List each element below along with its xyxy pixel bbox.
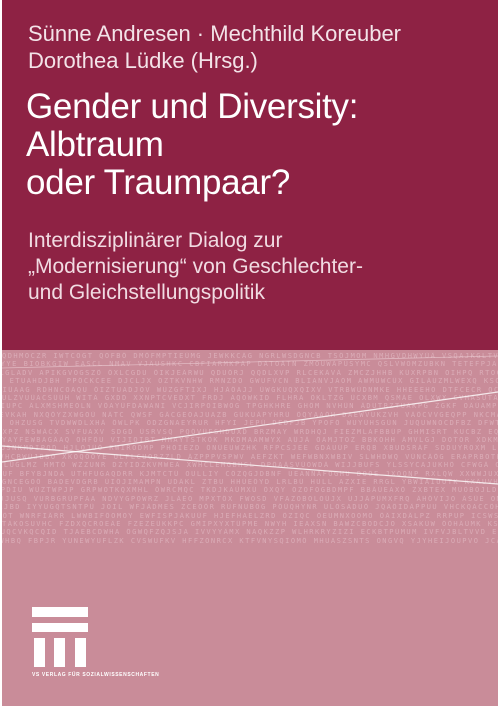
decorative-line [2, 355, 498, 369]
cover-top-band: Sünne Andresen · Mechthild Koreuber Doro… [2, 0, 498, 350]
decorative-lines [2, 355, 498, 485]
author-line: Sünne Andresen · Mechthild Koreuber [28, 21, 402, 46]
subtitle-line: „Modernisierung“ von Geschlechter- [28, 255, 363, 278]
cover-authors: Sünne Andresen · Mechthild Koreuber Doro… [28, 20, 488, 74]
cover-bottom-band: NMWHBQ FBPJR YUNEWYUFLZK CVSWUFKV HFFZON… [2, 350, 498, 706]
publisher-logo: VS VERLAG FÜR SOZIALWISSENSCHAFTEN [32, 607, 252, 685]
title-line: Gender und Diversity: [26, 87, 359, 126]
vs-verlag-logo-icon [32, 607, 88, 667]
decorative-text-pattern: NMWHBQ FBPJR YUNEWYUFLZK CVSWUFKV HFFZON… [2, 350, 498, 550]
subtitle-line: und Gleichstellungspolitik [28, 281, 265, 304]
title-line: Albtraum [26, 125, 164, 164]
book-cover: Sünne Andresen · Mechthild Koreuber Doro… [2, 0, 498, 706]
cover-title: Gender und Diversity: Albtraum oder Trau… [26, 88, 486, 202]
author-line: Dorothea Lüdke (Hrsg.) [28, 48, 258, 73]
decorative-line [2, 445, 498, 485]
cover-subtitle: Interdisziplinärer Dialog zur „Modernisi… [28, 228, 488, 306]
publisher-name: VS VERLAG FÜR SOZIALWISSENSCHAFTEN [32, 672, 160, 678]
title-line: oder Traumpaar? [26, 163, 290, 202]
subtitle-line: Interdisziplinärer Dialog zur [28, 229, 283, 252]
